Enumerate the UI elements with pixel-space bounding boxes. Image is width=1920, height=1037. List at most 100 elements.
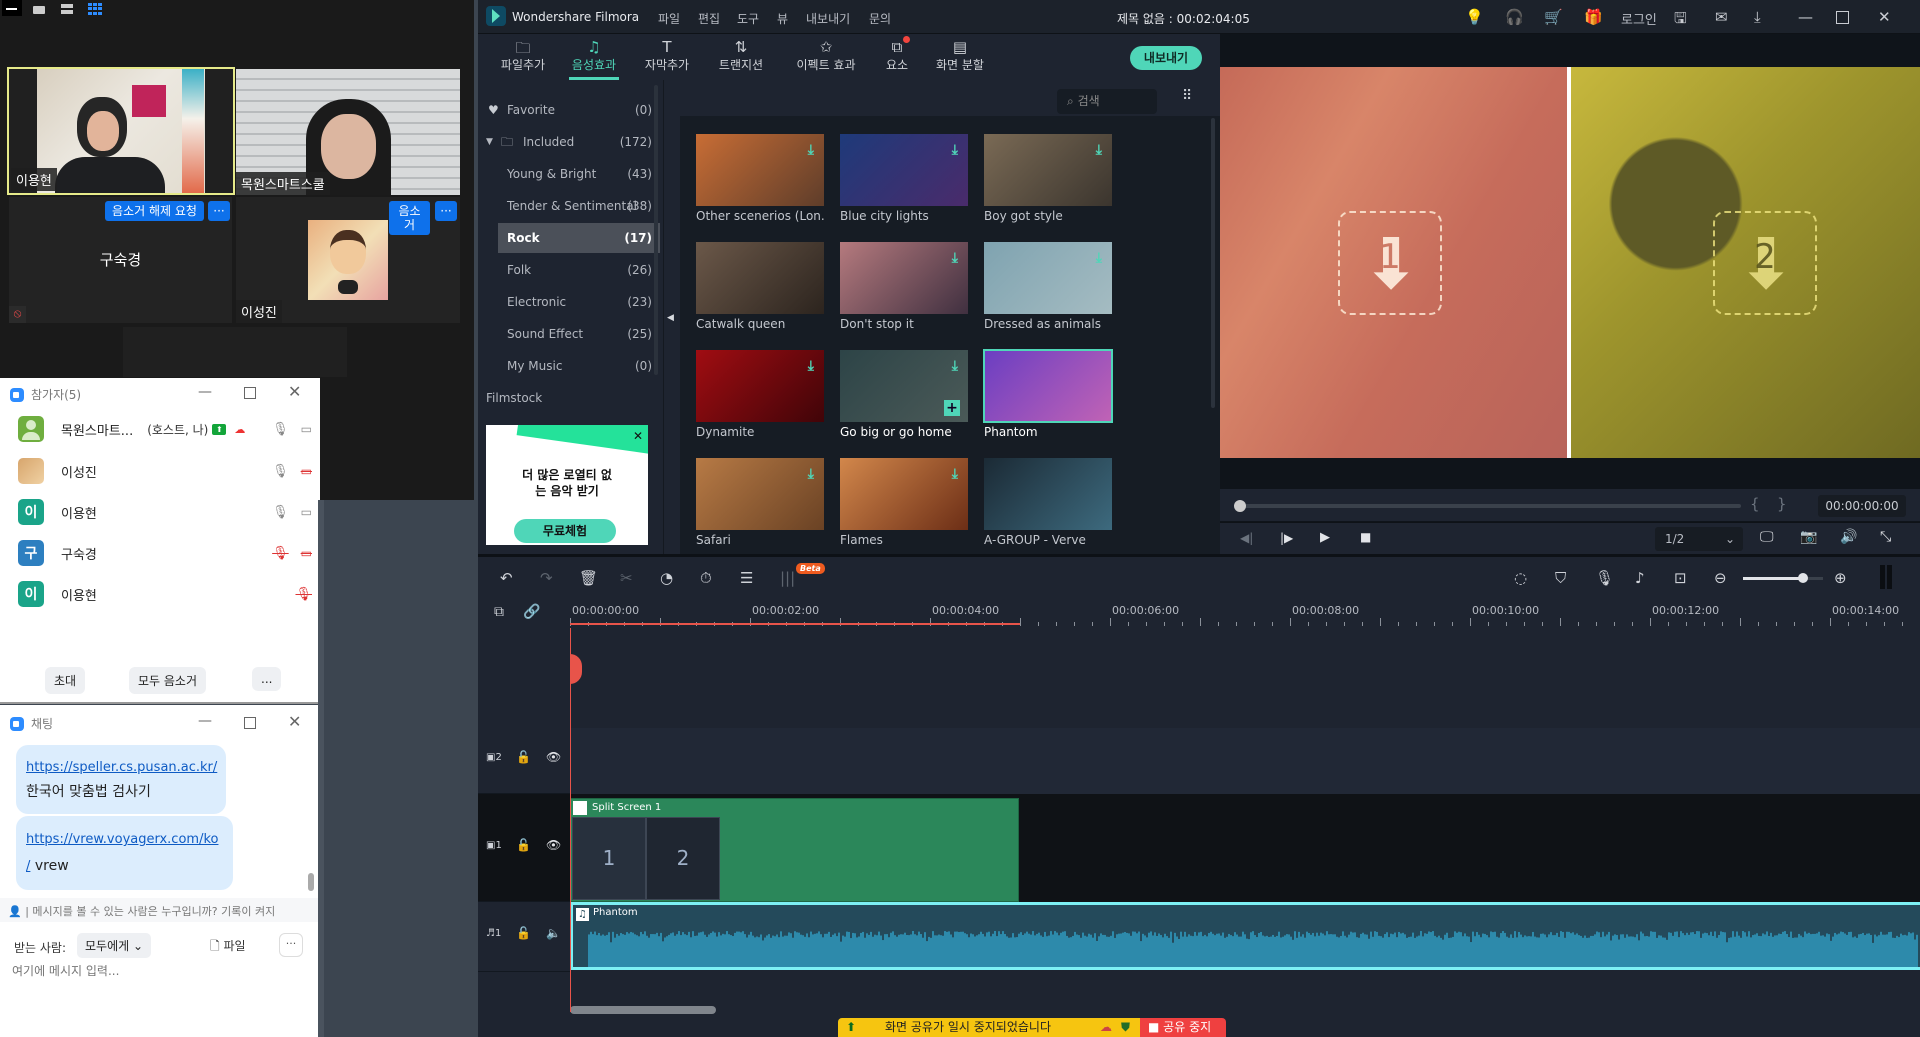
media-item[interactable]: ⤓ + Go big or go home — [840, 350, 968, 439]
login-button[interactable]: 로그인 — [1621, 9, 1657, 28]
media-item[interactable]: ⤓ Flames — [840, 458, 968, 547]
media-item[interactable]: ⤓ Dressed as animals — [984, 242, 1112, 331]
media-item[interactable]: Catwalk queen — [696, 242, 824, 331]
undo-icon[interactable]: ↶ — [500, 569, 513, 587]
headset-icon[interactable]: 🎧 — [1505, 8, 1524, 26]
voiceover-icon[interactable]: 🎙 — [1595, 569, 1614, 587]
track-video2[interactable] — [570, 728, 1920, 794]
mail-icon[interactable]: ✉ — [1715, 8, 1728, 26]
participant-item[interactable]: 이성진 🎙 ▭ — [18, 457, 312, 485]
lightbulb-icon[interactable]: 💡 — [1465, 8, 1484, 26]
speaker-view-button[interactable] — [33, 6, 45, 14]
menu-tools[interactable]: 도구 — [737, 10, 759, 27]
free-trial-button[interactable]: 무료체험 — [514, 519, 616, 543]
mark-in-icon[interactable]: { — [1750, 495, 1760, 513]
message-link[interactable]: https://vrew.voyagerx.com/ko — [26, 832, 218, 847]
snapshot-icon[interactable]: 📷 — [1800, 529, 1817, 545]
request-unmute-button[interactable]: 음소거 해제 요청 — [105, 201, 204, 221]
speaker-icon[interactable]: 🔈 — [546, 926, 561, 940]
marker-icon[interactable]: ⛉ — [1555, 569, 1566, 587]
file-button[interactable]: 🗋 파일 — [210, 937, 246, 958]
timeline-zoom-slider[interactable] — [1743, 573, 1823, 583]
participant-item[interactable]: 이 이용현 🎙 ▭ — [18, 498, 312, 526]
promo-banner[interactable]: ✕ 더 많은 로열티 없는 음악 받기 무료체험 — [486, 425, 648, 545]
close-button[interactable]: ✕ — [1878, 8, 1891, 26]
gallery-view-button[interactable] — [88, 3, 102, 15]
delete-icon[interactable]: 🗑 — [579, 569, 598, 587]
category-electronic[interactable]: Electronic (23) — [478, 287, 660, 317]
download-icon[interactable]: ⤓ — [952, 142, 958, 158]
tab-audio[interactable]: ♫ 음성효과 — [569, 38, 619, 80]
tab-split-screen[interactable]: ▤ 화면 분할 — [932, 38, 988, 73]
playhead-handle[interactable] — [1234, 500, 1246, 512]
media-item[interactable]: ⤓ Boy got style — [984, 134, 1112, 223]
media-item[interactable]: ⤓ Other scenerios (Lon... — [696, 134, 824, 223]
timeline-ruler[interactable]: ⧉ 🔗 00:00:00:00 00:00:02:00 00:00:04:00 00:… — [478, 598, 1920, 628]
menu-export[interactable]: 내보내기 — [806, 10, 850, 27]
grid-view-icon[interactable]: ⠿ — [1182, 89, 1192, 103]
download-icon[interactable]: ⤓ — [952, 250, 958, 266]
chat-message-input[interactable] — [12, 961, 302, 981]
category-rock[interactable]: Rock (17) — [498, 223, 660, 253]
split-cell-1[interactable]: 1 — [572, 817, 646, 900]
audio-ducking-icon[interactable]: ||| — [780, 569, 795, 587]
progress-track[interactable] — [1236, 504, 1741, 508]
zoom-out-icon[interactable]: ⊖ — [1714, 569, 1727, 587]
playhead-line[interactable] — [570, 628, 571, 1012]
next-frame-icon[interactable]: |▶ — [1280, 531, 1293, 545]
participant-item[interactable]: 이 이용현 🎙 — [18, 580, 312, 608]
menu-edit[interactable]: 편집 — [698, 10, 720, 27]
cut-icon[interactable]: ✂ — [620, 569, 633, 587]
fit-timeline-icon[interactable]: ⊡ — [1674, 569, 1687, 587]
timeline-horizontal-scrollbar[interactable] — [570, 1006, 716, 1014]
audio-clip-phantom[interactable]: ♫ Phantom — [570, 902, 1920, 970]
adjust-icon[interactable]: ☰ — [740, 569, 753, 587]
redo-icon[interactable]: ↷ — [540, 569, 553, 587]
download-icon[interactable]: ⤓ — [952, 358, 958, 374]
privacy-notice[interactable]: 👤 | 메시지를 볼 수 있는 사람은 누구입니까? 기록이 켜지 — [0, 898, 318, 922]
invite-button[interactable]: 초대 — [45, 667, 86, 694]
media-item[interactable]: ⤓ Dynamite — [696, 350, 824, 439]
download-icon[interactable]: ⤓ — [808, 358, 814, 374]
prev-frame-icon[interactable]: ◀| — [1240, 531, 1253, 545]
share-arrow-icon[interactable]: ⬆ — [846, 1018, 856, 1037]
menu-help[interactable]: 문의 — [869, 10, 891, 27]
close-button[interactable]: ✕ — [288, 712, 301, 731]
chat-more-button[interactable]: ··· — [279, 933, 303, 957]
mute-button[interactable]: 음소거 — [389, 201, 430, 235]
display-icon[interactable]: 🖵 — [1760, 529, 1774, 545]
grid-scrollbar[interactable] — [1211, 118, 1215, 408]
maximize-button[interactable] — [1836, 11, 1849, 24]
maximize-button[interactable] — [244, 387, 256, 399]
participant-item[interactable]: 목원스마트... (호스트, 나) ⬆ ☁ 🎙 ▭ — [18, 415, 312, 443]
message-link[interactable]: https://speller.cs.pusan.ac.kr/ — [26, 760, 217, 775]
eye-icon[interactable]: 👁 — [546, 838, 561, 852]
duration-icon[interactable]: ⏱ — [700, 569, 712, 587]
media-item[interactable]: A-GROUP - Verve — [984, 458, 1112, 547]
add-track-icon[interactable]: ⧉ — [494, 604, 504, 620]
minimize-button[interactable]: — — [198, 713, 212, 729]
category-folk[interactable]: Folk (26) — [478, 255, 660, 285]
category-filmstock[interactable]: Filmstock — [478, 383, 660, 413]
split-preview-2[interactable]: ⬇ 2 — [1571, 67, 1920, 458]
eye-icon[interactable]: 👁 — [546, 750, 561, 764]
video-tile-speaker[interactable]: 이용현 — [7, 67, 235, 195]
close-button[interactable]: ✕ — [288, 382, 301, 401]
stop-share-button[interactable]: ■ 공유 중지 — [1140, 1018, 1226, 1037]
tab-import[interactable]: 🗀 파일추가 — [496, 38, 550, 73]
download-icon[interactable]: ⤓ — [808, 142, 814, 158]
mark-out-icon[interactable]: } — [1777, 495, 1787, 513]
category-sound-effect[interactable]: Sound Effect (25) — [478, 319, 660, 349]
menu-view[interactable]: 뷰 — [777, 10, 788, 27]
minimize-button[interactable]: — — [198, 384, 212, 400]
download-icon[interactable]: ⤓ — [1096, 250, 1102, 266]
chat-scrollbar[interactable] — [308, 873, 314, 891]
recipient-dropdown[interactable]: 모두에게 ⌄ — [77, 933, 152, 958]
collapse-sidebar-icon[interactable]: ◀ — [667, 313, 674, 323]
promo-close-icon[interactable]: ✕ — [633, 429, 643, 443]
speed-icon[interactable]: ◔ — [660, 569, 673, 587]
category-young-bright[interactable]: Young & Bright (43) — [478, 159, 660, 189]
message-link-continued[interactable]: / — [26, 859, 30, 874]
export-button[interactable]: 내보내기 — [1130, 46, 1202, 70]
split-screen-clip[interactable]: Split Screen 1 1 2 — [570, 798, 1019, 902]
